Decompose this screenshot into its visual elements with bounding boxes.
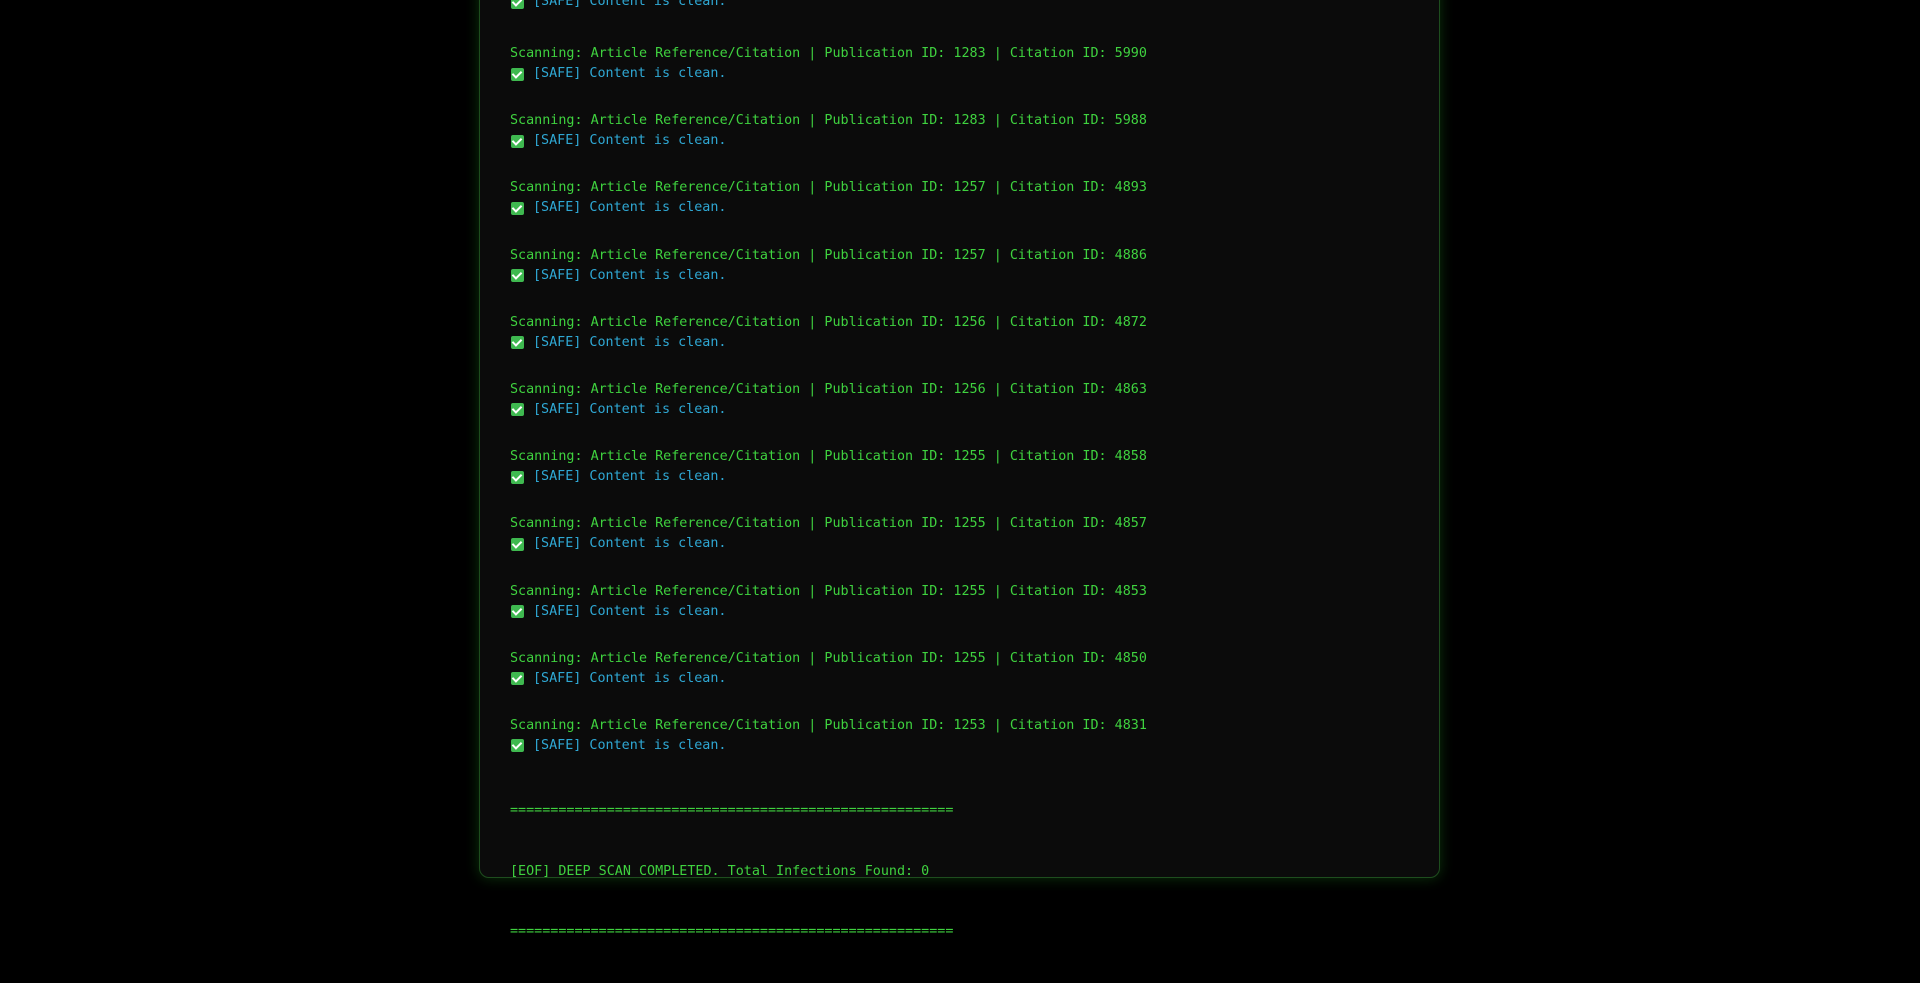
safe-line: [SAFE] Content is clean. <box>510 335 726 351</box>
log-entry: Scanning: Article Reference/Citation | P… <box>510 584 1409 658</box>
scan-line: Scanning: Article Reference/Citation | P… <box>510 449 1147 465</box>
safe-text: [SAFE] Content is clean. <box>533 670 727 686</box>
scan-line: Scanning: Article Reference/Citation | P… <box>510 314 1147 330</box>
safe-line: [SAFE] Content is clean. <box>510 0 726 10</box>
safe-line: [SAFE] Content is clean. <box>510 604 726 620</box>
check-box-icon <box>511 403 524 417</box>
scan-line: Scanning: Article Reference/Citation | P… <box>510 113 1147 129</box>
separator-bottom: ========================================… <box>510 924 954 939</box>
safe-line: [SAFE] Content is clean. <box>510 738 726 754</box>
log-entry: Scanning: Article Reference/Citation | P… <box>510 315 1409 389</box>
safe-text: [SAFE] Content is clean. <box>533 603 727 619</box>
safe-text: [SAFE] Content is clean. <box>533 334 727 350</box>
log-entry: Scanning: Article Reference/Citation | P… <box>510 516 1409 590</box>
safe-line: [SAFE] Content is clean. <box>510 268 726 284</box>
log-entry: Scanning: Article Reference/Citation | P… <box>510 113 1409 187</box>
safe-text: [SAFE] Content is clean. <box>533 133 727 149</box>
safe-text: [SAFE] Content is clean. <box>533 0 727 9</box>
safe-line: [SAFE] Content is clean. <box>510 402 726 418</box>
scan-line: Scanning: Article Reference/Citation | P… <box>510 516 1147 532</box>
check-box-icon <box>511 0 524 9</box>
scan-line: Scanning: Article Reference/Citation | P… <box>510 180 1147 196</box>
scan-summary-text: [EOF] DEEP SCAN COMPLETED. Total Infecti… <box>510 863 930 879</box>
safe-text: [SAFE] Content is clean. <box>533 267 727 283</box>
scan-line: Scanning: Article Reference/Citation | P… <box>510 650 1147 666</box>
log-entry: Scanning: Article Reference/Citation | P… <box>510 180 1409 254</box>
safe-line: [SAFE] Content is clean. <box>510 200 726 216</box>
safe-text: [SAFE] Content is clean. <box>533 66 727 81</box>
check-box-icon <box>511 605 524 618</box>
log-entry: Scanning: Article Reference/Citation | P… <box>510 382 1409 456</box>
check-box-icon <box>511 201 524 215</box>
check-box-icon <box>511 470 524 484</box>
scan-terminal-panel: [SAFE] Content is clean. Scanning: Artic… <box>479 0 1440 939</box>
scan-line: Scanning: Article Reference/Citation | P… <box>510 247 1147 263</box>
safe-text: [SAFE] Content is clean. <box>533 469 727 485</box>
scan-line: Scanning: Article Reference/Citation | P… <box>510 46 1147 61</box>
check-box-icon <box>511 67 524 81</box>
scan-line: Scanning: Article Reference/Citation | P… <box>510 717 1147 733</box>
safe-text: [SAFE] Content is clean. <box>533 200 727 216</box>
check-box-icon <box>511 336 524 350</box>
check-box-icon <box>511 134 524 148</box>
scan-summary: ========================================… <box>510 761 953 983</box>
log-entry: Scanning: Article Reference/Citation | P… <box>510 248 1409 322</box>
safe-line: [SAFE] Content is clean. <box>510 671 726 687</box>
safe-line: [SAFE] Content is clean. <box>510 469 726 485</box>
scan-line: Scanning: Article Reference/Citation | P… <box>510 381 1147 397</box>
check-box-icon <box>511 269 524 283</box>
safe-text: [SAFE] Content is clean. <box>533 737 727 753</box>
check-box-icon <box>511 672 524 686</box>
safe-line: [SAFE] Content is clean. <box>510 133 726 149</box>
scan-log: [SAFE] Content is clean. Scanning: Artic… <box>510 0 1409 792</box>
safe-text: [SAFE] Content is clean. <box>533 401 727 417</box>
check-box-icon <box>511 537 524 551</box>
separator-top: ========================================… <box>510 803 954 818</box>
check-box-icon <box>511 739 524 753</box>
safe-line: [SAFE] Content is clean. <box>510 536 726 552</box>
log-entry: Scanning: Article Reference/Citation | P… <box>510 46 1409 120</box>
safe-text: [SAFE] Content is clean. <box>533 536 727 552</box>
log-entry: Scanning: Article Reference/Citation | P… <box>510 449 1409 523</box>
log-entry: Scanning: Article Reference/Citation | P… <box>510 651 1409 725</box>
scan-line: Scanning: Article Reference/Citation | P… <box>510 583 1147 599</box>
safe-line: [SAFE] Content is clean. <box>510 66 726 82</box>
